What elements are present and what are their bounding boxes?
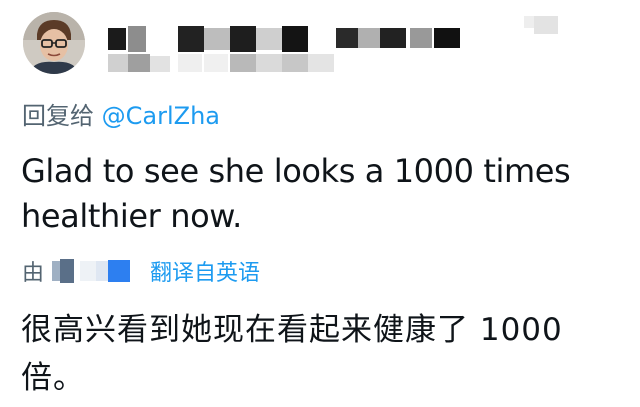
user-avatar-icon (23, 12, 85, 74)
translated-by-label: 由 (22, 261, 45, 286)
tweet-card: 回复给 @CarlZha Glad to see she looks a 100… (0, 0, 640, 407)
translated-from-english-link[interactable]: 翻译自英语 (150, 255, 260, 287)
reply-handle-link[interactable]: @CarlZha (102, 102, 220, 130)
tweet-text: Glad to see she looks a 1000 times healt… (21, 152, 571, 235)
translator-logo-icon (50, 257, 136, 285)
reply-prefix: 回复给 (22, 102, 94, 130)
redacted-user-name (104, 16, 624, 76)
translated-text: 很高兴看到她现在看起来健康了 1000 倍。 (21, 312, 563, 396)
avatar[interactable] (23, 12, 85, 74)
reply-to-line: 回复给 @CarlZha (22, 99, 220, 133)
translation-bar: 由 翻译自英语 (22, 254, 260, 288)
